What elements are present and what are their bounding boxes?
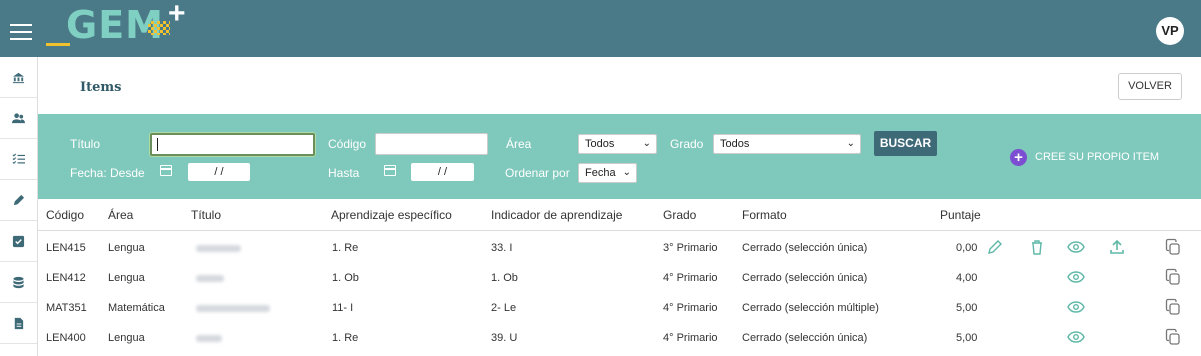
chevron-down-icon: ⌄ bbox=[846, 138, 855, 149]
copy-icon[interactable] bbox=[1164, 268, 1182, 286]
table-row: LEN400 Lengua 1. Re 39. U 4° Primario Ce… bbox=[38, 322, 1201, 352]
code-cell: LEN415 bbox=[46, 242, 86, 254]
table-row: LEN412 Lengua 1. Ob 1. Ob 4° Primario Ce… bbox=[38, 262, 1201, 292]
date-to-input[interactable]: / / bbox=[411, 163, 474, 181]
copy-icon[interactable] bbox=[1164, 238, 1182, 256]
date-to-label: Hasta bbox=[328, 166, 360, 180]
back-button[interactable]: VOLVER bbox=[1118, 73, 1182, 100]
pencil-icon bbox=[13, 194, 25, 205]
add-icon[interactable]: + bbox=[1010, 149, 1027, 166]
grade-cell: 4° Primario bbox=[663, 272, 718, 284]
create-item-link[interactable]: CREE SU PROPIO ITEM bbox=[1035, 151, 1159, 163]
format-cell: Cerrado (selección única) bbox=[742, 272, 868, 284]
learning-cell: 1. Re bbox=[332, 242, 359, 254]
calendar-icon[interactable] bbox=[384, 165, 396, 176]
title-filter-label: Título bbox=[70, 137, 101, 151]
score-cell: 4,00 bbox=[956, 272, 978, 284]
logo: GEM + bbox=[44, 0, 194, 49]
grade-select[interactable]: Todos ⌄ bbox=[713, 134, 861, 154]
code-filter-input[interactable] bbox=[375, 133, 488, 155]
area-filter-label: Área bbox=[506, 137, 532, 151]
area-cell: Lengua bbox=[108, 242, 145, 254]
area-cell: Matemática bbox=[108, 302, 165, 314]
indicator-cell: 33. I bbox=[491, 242, 513, 254]
code-cell: LEN400 bbox=[46, 332, 86, 344]
trash-icon[interactable] bbox=[1028, 238, 1046, 256]
format-cell: Cerrado (selección única) bbox=[742, 242, 868, 254]
format-cell: Cerrado (selección múltiple) bbox=[742, 302, 879, 314]
sidebar-item-edit[interactable] bbox=[0, 180, 37, 221]
list-check-icon bbox=[12, 153, 25, 164]
eye-icon[interactable] bbox=[1067, 298, 1085, 316]
eye-icon[interactable] bbox=[1067, 238, 1085, 256]
grade-cell: 4° Primario bbox=[663, 302, 718, 314]
sidebar-item-document[interactable] bbox=[0, 303, 37, 344]
column-header: Área bbox=[108, 208, 134, 222]
grade-cell: 3° Primario bbox=[663, 242, 718, 254]
column-header: Código bbox=[46, 208, 85, 222]
checkbox-icon bbox=[12, 235, 25, 247]
indicator-cell: 2- Le bbox=[491, 302, 517, 314]
avatar[interactable]: VP bbox=[1156, 17, 1184, 45]
column-header: Título bbox=[191, 208, 222, 222]
institution-icon bbox=[12, 72, 25, 83]
sidebar-item-list[interactable] bbox=[0, 139, 37, 180]
score-cell: 5,00 bbox=[956, 332, 978, 344]
title-cell-redacted bbox=[196, 335, 222, 342]
copy-icon[interactable] bbox=[1164, 298, 1182, 316]
sidebar bbox=[0, 57, 38, 356]
title-cell-redacted bbox=[196, 245, 241, 252]
indicator-cell: 1. Ob bbox=[491, 272, 518, 284]
grade-filter-label: Grado bbox=[670, 137, 704, 151]
learning-cell: 1. Ob bbox=[332, 272, 359, 284]
sidebar-item-database[interactable] bbox=[0, 262, 37, 303]
copy-icon[interactable] bbox=[1164, 328, 1182, 346]
title-cell-redacted bbox=[196, 275, 224, 282]
sidebar-item-institutions[interactable] bbox=[0, 57, 37, 98]
grade-cell: 4° Primario bbox=[663, 332, 718, 344]
chevron-down-icon: ⌄ bbox=[622, 167, 631, 178]
code-filter-label: Código bbox=[328, 137, 367, 151]
table-row: MAT351 Matemática 11- I 2- Le 4° Primari… bbox=[38, 292, 1201, 322]
format-cell: Cerrado (selección única) bbox=[742, 332, 868, 344]
upload-icon[interactable] bbox=[1108, 238, 1126, 256]
calendar-icon[interactable] bbox=[160, 165, 172, 176]
divider bbox=[38, 230, 1201, 231]
users-icon bbox=[12, 112, 25, 123]
code-cell: MAT351 bbox=[46, 302, 87, 314]
column-header: Aprendizaje específico bbox=[331, 208, 452, 222]
edit-pencil-icon[interactable] bbox=[986, 238, 1004, 256]
page-title: Items bbox=[80, 80, 122, 95]
eye-icon[interactable] bbox=[1067, 328, 1085, 346]
score-cell: 5,00 bbox=[956, 302, 978, 314]
area-cell: Lengua bbox=[108, 332, 145, 344]
column-header: Grado bbox=[663, 208, 697, 222]
sidebar-item-check[interactable] bbox=[0, 221, 37, 262]
code-cell: LEN412 bbox=[46, 272, 86, 284]
title-filter-input[interactable] bbox=[150, 133, 315, 156]
date-from-label: Fecha: Desde bbox=[70, 166, 145, 180]
hamburger-menu-icon[interactable] bbox=[10, 24, 32, 40]
title-cell-redacted bbox=[196, 305, 270, 312]
sort-select[interactable]: Fecha ⌄ bbox=[578, 163, 637, 183]
learning-cell: 1. Re bbox=[332, 332, 359, 344]
learning-cell: 11- I bbox=[332, 302, 354, 314]
column-header: Indicador de aprendizaje bbox=[491, 208, 623, 222]
score-cell: 0,00 bbox=[956, 242, 978, 254]
date-from-input[interactable]: / / bbox=[188, 163, 250, 181]
search-button[interactable]: BUSCAR bbox=[874, 131, 937, 156]
sort-label: Ordenar por bbox=[505, 166, 570, 180]
sidebar-item-users[interactable] bbox=[0, 98, 37, 139]
document-icon bbox=[14, 317, 24, 329]
eye-icon[interactable] bbox=[1067, 268, 1085, 286]
indicator-cell: 39. U bbox=[491, 332, 518, 344]
area-select[interactable]: Todos ⌄ bbox=[578, 134, 657, 154]
column-header: Puntaje bbox=[940, 208, 981, 222]
database-icon bbox=[13, 276, 24, 288]
table-row: LEN415 Lengua 1. Re 33. I 3° Primario Ce… bbox=[38, 232, 1201, 262]
column-header: Formato bbox=[742, 208, 787, 222]
chevron-down-icon: ⌄ bbox=[642, 138, 651, 149]
area-cell: Lengua bbox=[108, 272, 145, 284]
top-bar: GEM + VP bbox=[0, 0, 1201, 57]
